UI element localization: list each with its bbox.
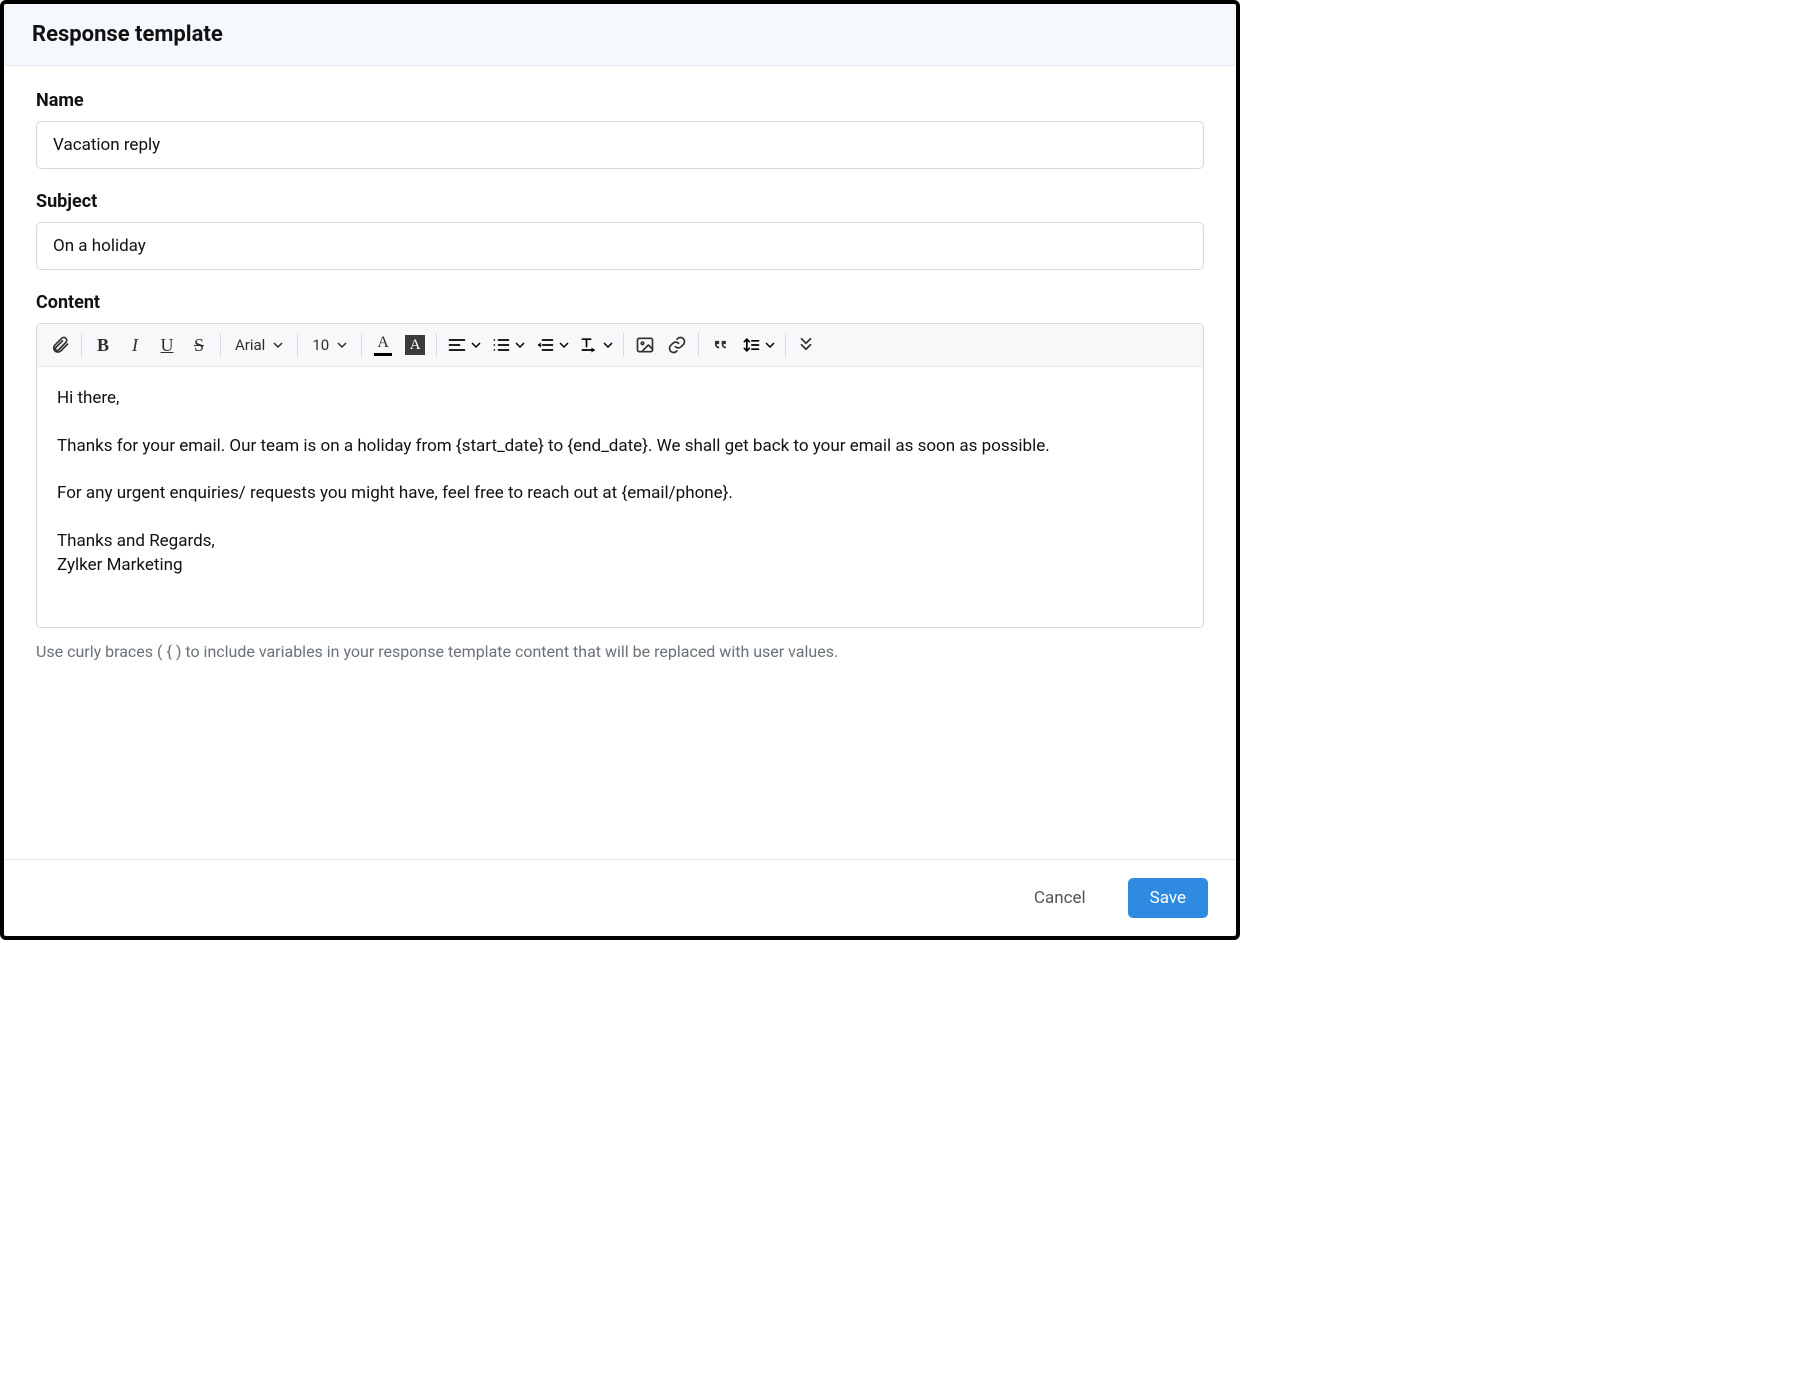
- cancel-button[interactable]: Cancel: [1012, 878, 1108, 918]
- name-field: Name: [36, 90, 1204, 169]
- response-template-dialog: Response template Name Subject Content: [0, 0, 1240, 940]
- quote-icon: [710, 335, 730, 355]
- font-color-icon: A: [374, 335, 392, 356]
- strikethrough-button[interactable]: S: [184, 330, 214, 360]
- paperclip-icon: [50, 335, 70, 355]
- double-chevron-down-icon: [797, 335, 817, 355]
- chevron-down-icon: [559, 340, 569, 350]
- rich-text-editor: B I U S Arial 10: [36, 323, 1204, 628]
- chevron-down-icon: [515, 340, 525, 350]
- line-height-icon: [741, 335, 761, 355]
- save-button[interactable]: Save: [1128, 878, 1208, 918]
- chevron-down-icon: [273, 340, 283, 350]
- direction-button[interactable]: [575, 330, 617, 360]
- dialog-header: Response template: [4, 4, 1236, 66]
- chevron-down-icon: [603, 340, 613, 350]
- name-input[interactable]: [36, 121, 1204, 169]
- name-label: Name: [36, 90, 1204, 111]
- subject-label: Subject: [36, 191, 1204, 212]
- font-family-select[interactable]: Arial: [227, 330, 291, 360]
- toolbar-separator: [81, 333, 82, 357]
- align-button[interactable]: [443, 330, 485, 360]
- toolbar-separator: [623, 333, 624, 357]
- blockquote-button[interactable]: [705, 330, 735, 360]
- chevron-down-icon: [471, 340, 481, 350]
- underline-button[interactable]: U: [152, 330, 182, 360]
- variables-hint: Use curly braces ( { ) to include variab…: [36, 642, 1204, 661]
- image-icon: [635, 335, 655, 355]
- outdent-icon: [535, 335, 555, 355]
- italic-button[interactable]: I: [120, 330, 150, 360]
- dialog-footer: Cancel Save: [4, 859, 1236, 936]
- subject-field: Subject: [36, 191, 1204, 270]
- content-field: Content B I U S Arial: [36, 292, 1204, 661]
- dialog-title: Response template: [32, 22, 1208, 47]
- font-color-button[interactable]: A: [368, 330, 398, 360]
- toolbar-separator: [220, 333, 221, 357]
- toolbar-separator: [436, 333, 437, 357]
- font-size-value: 10: [312, 336, 329, 354]
- line-height-button[interactable]: [737, 330, 779, 360]
- toolbar-separator: [297, 333, 298, 357]
- attachment-button[interactable]: [45, 330, 75, 360]
- background-color-icon: A: [405, 335, 425, 355]
- bold-button[interactable]: B: [88, 330, 118, 360]
- list-button[interactable]: [487, 330, 529, 360]
- list-icon: [491, 335, 511, 355]
- content-textarea[interactable]: Hi there, Thanks for your email. Our tea…: [37, 367, 1203, 627]
- insert-image-button[interactable]: [630, 330, 660, 360]
- chevron-down-icon: [337, 340, 347, 350]
- toolbar-separator: [361, 333, 362, 357]
- insert-link-button[interactable]: [662, 330, 692, 360]
- toolbar-separator: [698, 333, 699, 357]
- align-left-icon: [447, 335, 467, 355]
- text-direction-icon: [579, 335, 599, 355]
- more-tools-button[interactable]: [792, 330, 822, 360]
- background-color-button[interactable]: A: [400, 330, 430, 360]
- indent-button[interactable]: [531, 330, 573, 360]
- font-family-value: Arial: [235, 336, 265, 354]
- dialog-body: Name Subject Content B I U: [4, 66, 1236, 859]
- link-icon: [667, 335, 687, 355]
- font-size-select[interactable]: 10: [304, 330, 355, 360]
- toolbar-separator: [785, 333, 786, 357]
- subject-input[interactable]: [36, 222, 1204, 270]
- chevron-down-icon: [765, 340, 775, 350]
- content-label: Content: [36, 292, 1204, 313]
- editor-toolbar: B I U S Arial 10: [37, 324, 1203, 367]
